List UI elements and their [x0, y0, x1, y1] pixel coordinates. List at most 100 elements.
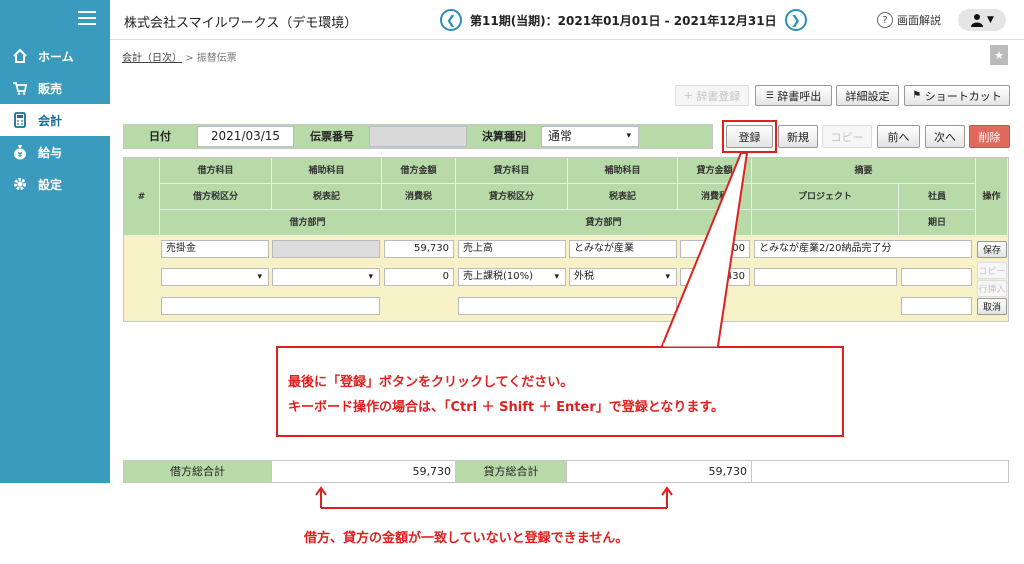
debit-amount-input[interactable]: 59,730 [384, 240, 454, 258]
detail-settings-button[interactable]: 詳細設定 [836, 85, 899, 106]
double-arrow-right [661, 486, 673, 508]
breadcrumb-separator: > [185, 53, 194, 64]
col-debit-tax-class-header: 借方税区分 [160, 184, 272, 210]
double-arrow-left [315, 486, 327, 508]
chevron-down-icon: ▾ [665, 272, 670, 282]
credit-account-input[interactable]: 売上高 [458, 240, 566, 258]
debit-account-input[interactable]: 売掛金 [161, 240, 269, 258]
period-label: 第11期(当期)：2021年01月01日 - 2021年12月31日 [470, 13, 777, 28]
col-project-header: プロジェクト [752, 184, 899, 210]
credit-tax-input[interactable]: 430 [680, 268, 750, 286]
company-name: 株式会社スマイルワークス（デモ環境） [124, 16, 358, 31]
home-icon [12, 48, 28, 64]
col-operation-header: 操作 [976, 158, 1008, 236]
col-credit-tax-class-header: 貸方税区分 [456, 184, 568, 210]
sidebar-item-sales[interactable]: 販売 [0, 72, 110, 104]
slip-header-row: 日付 2021/03/15 伝票番号 決算種別 通常 ▾ [123, 124, 713, 149]
debit-tax-input[interactable]: 0 [384, 268, 454, 286]
slip-number-field [369, 126, 467, 147]
svg-text:¥: ¥ [18, 151, 23, 159]
due-date-input[interactable] [901, 297, 972, 315]
project-input[interactable] [754, 268, 897, 286]
new-button[interactable]: 新規 [778, 125, 818, 148]
shortcut-button[interactable]: ⚑ ショートカット [904, 85, 1010, 106]
next-button[interactable]: 次へ [925, 125, 965, 148]
chevron-down-icon: ▾ [554, 272, 559, 282]
debit-department-input[interactable] [161, 297, 380, 315]
credit-tax-note-value: 外税 [574, 271, 594, 282]
hamburger-menu-icon[interactable] [78, 11, 96, 25]
sidebar-item-home[interactable]: ホーム [0, 40, 110, 72]
next-period-button[interactable]: ❯ [784, 9, 807, 31]
period-selector: ❮ 第11期(当期)：2021年01月01日 - 2021年12月31日 ❯ [440, 8, 807, 32]
flag-icon: ⚑ [912, 90, 922, 101]
callout-line-2: キーボード操作の場合は、「Ctrl ＋ Shift ＋ Enter」で登録となり… [288, 400, 725, 415]
cart-icon [12, 80, 28, 96]
help-link[interactable]: ? 画面解説 [877, 12, 941, 28]
col-summary-header: 摘要 [752, 158, 976, 184]
totals-bar: 借方総合計 59,730 貸方総合計 59,730 [123, 460, 1009, 483]
debit-tax-class-select[interactable] [161, 268, 269, 286]
col-due-date-header: 期日 [899, 210, 976, 236]
bottom-note: 借方、貸方の金額が一致していないと登録できません。 [304, 531, 629, 546]
row-insert-button[interactable]: 行挿入 [977, 280, 1007, 297]
sidebar-item-payroll[interactable]: ¥ 給与 [0, 136, 110, 168]
row-copy-button[interactable]: コピー [977, 262, 1007, 279]
col-debit-tax-header: 消費税 [382, 184, 456, 210]
copy-button[interactable]: コピー [822, 125, 872, 148]
call-dictionary-label: 辞書呼出 [777, 89, 822, 103]
delete-button[interactable]: 削除 [969, 125, 1010, 148]
credit-sub-account-input[interactable]: とみなが産業 [569, 240, 677, 258]
debit-tax-note-select[interactable] [272, 268, 380, 286]
sidebar: ホーム 販売 会計 ¥ 給与 設定 [0, 0, 110, 483]
prev-button[interactable]: 前へ [877, 125, 920, 148]
help-icon: ? [877, 12, 893, 28]
register-dictionary-button[interactable]: + 辞書登録 [675, 85, 749, 106]
chevron-down-icon: ▼ [987, 15, 994, 25]
breadcrumb-link[interactable]: 会計（日次） [122, 53, 182, 64]
col-credit-amount-header: 貸方金額 [678, 158, 752, 184]
credit-tax-class-select[interactable]: 売上課税(10%) ▾ [458, 268, 566, 286]
journal-grid: # 借方科目 補助科目 借方金額 貸方科目 補助科目 貸方金額 摘要 操作 借方… [123, 157, 1009, 322]
credit-department-input[interactable] [458, 297, 677, 315]
register-dictionary-label: 辞書登録 [696, 89, 741, 103]
user-icon [971, 14, 984, 27]
calculator-icon [12, 112, 28, 128]
col-credit-dept-header: 貸方部門 [456, 210, 752, 236]
debit-total-label: 借方総合計 [124, 461, 271, 482]
credit-amount-input[interactable]: 00 [680, 240, 750, 258]
col-credit-tax-note-header: 税表記 [568, 184, 678, 210]
credit-tax-class-value: 売上課税(10%) [463, 271, 534, 282]
sidebar-item-accounting[interactable]: 会計 [0, 104, 110, 136]
dictionary-icon: ☰ [765, 90, 774, 101]
col-credit-tax-header: 消費税 [678, 184, 752, 210]
help-label: 画面解説 [897, 14, 941, 27]
debit-sub-account-field [272, 240, 380, 258]
row-save-button[interactable]: 保存 [977, 241, 1007, 258]
summary-input[interactable]: とみなが産業2/20納品完了分 [754, 240, 972, 258]
col-debit-account-header: 借方科目 [160, 158, 272, 184]
employee-input[interactable] [901, 268, 972, 286]
call-dictionary-button[interactable]: ☰ 辞書呼出 [755, 85, 832, 106]
prev-period-button[interactable]: ❮ [440, 9, 462, 31]
col-debit-sub-header: 補助科目 [272, 158, 382, 184]
bookmark-star-icon[interactable]: ★ [990, 45, 1008, 65]
instruction-callout: 最後に「登録」ボタンをクリックしてください。 キーボード操作の場合は、「Ctrl… [276, 346, 844, 437]
date-label: 日付 [149, 130, 171, 143]
col-blank-header [752, 210, 899, 236]
user-menu-button[interactable]: ▼ [958, 9, 1006, 31]
gear-icon [12, 176, 28, 192]
sidebar-item-settings[interactable]: 設定 [0, 168, 110, 200]
sidebar-item-label: 設定 [38, 177, 63, 192]
row-cancel-button[interactable]: 取消 [977, 298, 1007, 315]
money-bag-icon: ¥ [12, 144, 28, 160]
col-debit-amount-header: 借方金額 [382, 158, 456, 184]
date-input[interactable]: 2021/03/15 [197, 126, 294, 147]
breadcrumb: 会計（日次） > 振替伝票 [122, 49, 237, 64]
breadcrumb-current: 振替伝票 [196, 53, 237, 64]
settlement-type-label: 決算種別 [482, 130, 526, 143]
col-employee-header: 社員 [899, 184, 976, 210]
sidebar-item-label: 給与 [38, 145, 63, 160]
credit-tax-note-select[interactable]: 外税 ▾ [569, 268, 677, 286]
settlement-type-select[interactable]: 通常 ▾ [541, 126, 639, 147]
